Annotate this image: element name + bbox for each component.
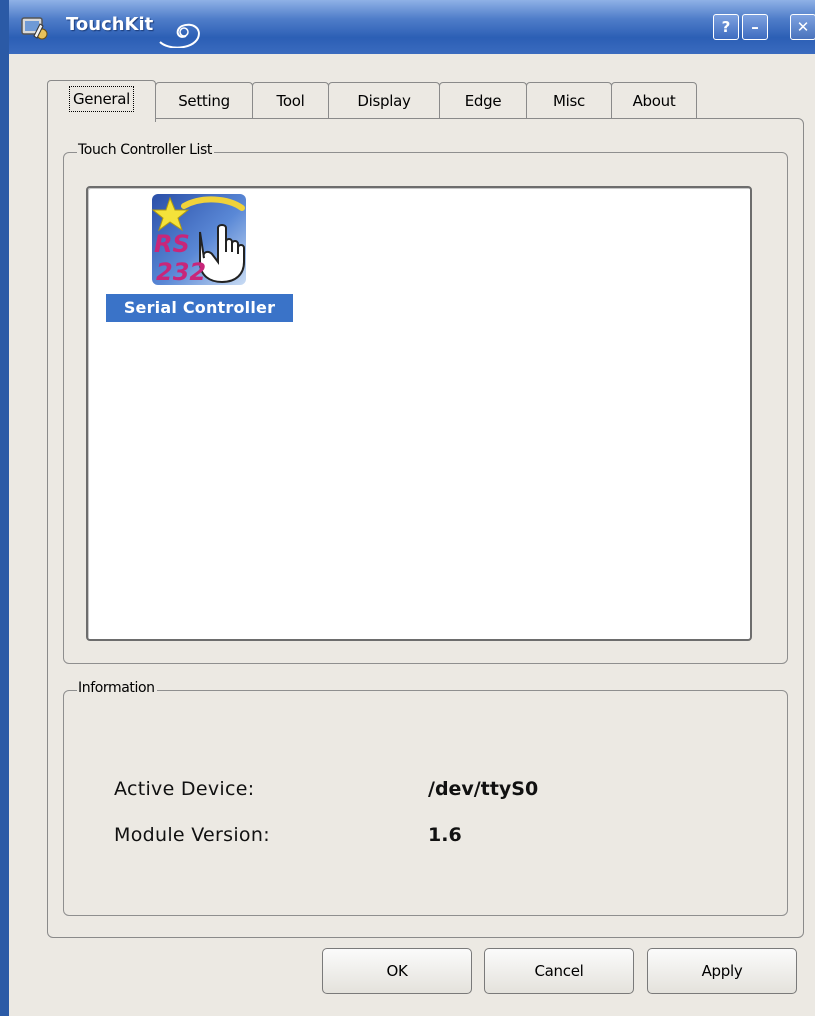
tab-edge[interactable]: Edge	[439, 82, 527, 120]
title-bar[interactable]: TouchKit ? – ✕	[9, 0, 815, 54]
tab-general-label: General	[68, 86, 134, 112]
minimize-button[interactable]: –	[742, 14, 768, 40]
swirl-logo-icon	[159, 23, 200, 48]
ok-button[interactable]: OK	[322, 948, 472, 994]
tab-misc[interactable]: Misc	[526, 82, 612, 120]
close-button[interactable]: ✕	[790, 14, 815, 40]
module-version-label: Module Version:	[114, 824, 270, 846]
active-device-label: Active Device:	[114, 778, 255, 800]
tab-setting[interactable]: Setting	[155, 82, 253, 120]
icon-text-rs: RS	[154, 230, 190, 258]
information-legend: Information	[70, 680, 157, 696]
help-button[interactable]: ?	[713, 14, 739, 40]
tab-tool[interactable]: Tool	[252, 82, 329, 120]
rs232-touch-icon: RS 232	[151, 194, 246, 286]
cancel-button[interactable]: Cancel	[484, 948, 634, 994]
tab-about[interactable]: About	[611, 82, 697, 120]
module-version-value: 1.6	[428, 824, 462, 846]
general-tab-panel: Touch Controller List RS 232 Serial Cont…	[47, 118, 804, 938]
touchkit-app-icon	[21, 17, 48, 40]
icon-text-232: 232	[156, 258, 206, 286]
touchkit-window: TouchKit ? – ✕ General Setting Tool Disp…	[0, 0, 815, 1016]
touch-controller-list-group: Touch Controller List RS 232 Serial Cont…	[63, 142, 788, 664]
touch-controller-list-legend: Touch Controller List	[70, 142, 215, 158]
tab-display[interactable]: Display	[328, 82, 440, 120]
window-title: TouchKit	[66, 14, 154, 35]
tab-general[interactable]: General	[47, 80, 156, 122]
apply-button[interactable]: Apply	[647, 948, 797, 994]
information-group: Information Active Device: /dev/ttyS0 Mo…	[63, 680, 788, 916]
controller-listbox[interactable]: RS 232 Serial Controller	[86, 186, 752, 641]
serial-controller-label: Serial Controller	[106, 294, 293, 322]
serial-controller-item[interactable]: RS 232 Serial Controller	[106, 192, 296, 322]
active-device-value: /dev/ttyS0	[428, 778, 539, 800]
